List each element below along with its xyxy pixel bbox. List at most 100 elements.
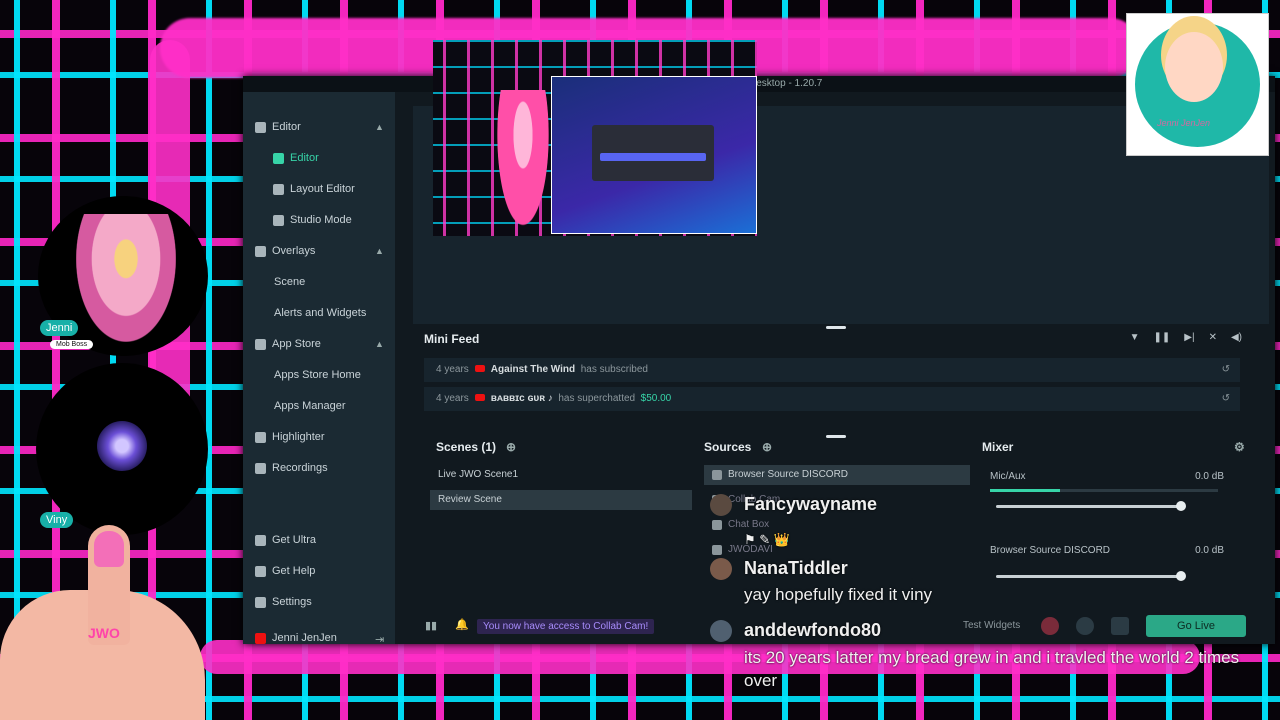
sources-title: Sources [704,440,752,454]
add-scene-icon[interactable]: ⊕ [506,440,516,454]
chat-icon [712,520,722,530]
mixer-title: Mixer [982,440,1014,454]
youtube-icon [255,632,266,644]
chat-username: Fancywayname [744,494,878,514]
scenes-panel: Scenes (1) ⊕ Live JWO Scene1 Review Scen… [426,440,692,598]
bell-icon[interactable]: 🔔 [455,618,469,631]
event-age: 4 years [436,364,469,375]
overlays-icon [255,245,266,257]
nav-label: Recordings [272,462,328,474]
source-item[interactable]: Browser Source DISCORD [704,465,970,485]
sidebar: Editor ▲ Editor Layout Editor Studio Mod… [243,92,395,647]
test-widgets-button[interactable]: Test Widgets [963,620,1020,631]
discord-browser-source[interactable] [551,76,757,234]
nav-layout-editor[interactable]: Layout Editor [273,180,355,198]
event-action: has subscribed [580,364,648,375]
discord-dialog [592,125,714,181]
mute-icon[interactable]: ✕ [1209,332,1217,343]
help-icon [255,565,266,577]
event-age: 4 years [436,393,469,404]
mixer-channel: Mic/Aux 0.0 dB [990,471,1230,511]
channel-level: 0.0 dB [1195,471,1224,482]
nav-apps-manager[interactable]: Apps Manager [274,397,346,415]
channel-name: Mic/Aux [990,471,1026,482]
event-user: ʙᴀʙʙɪᴄ ɢᴜʀ ♪ [490,393,553,404]
nav-scene[interactable]: Scene [274,273,305,291]
logo-signature: Jenni JenJen [1157,118,1211,128]
editor-icon [273,152,284,164]
nav-recordings[interactable]: Recordings [255,459,328,477]
nav-label: Layout Editor [290,183,355,195]
nav-editor[interactable]: Editor [273,149,319,167]
nav-studio-mode[interactable]: Studio Mode [273,211,352,229]
skip-icon[interactable]: ▶| [1184,332,1194,343]
image-icon [712,545,722,555]
nav-highlighter[interactable]: Highlighter [255,428,325,446]
chevron-up-icon[interactable]: ▲ [375,122,384,132]
preview-canvas[interactable] [433,40,757,236]
replay-buffer-button[interactable] [1076,617,1094,635]
nav-label: Highlighter [272,431,325,443]
nav-get-ultra[interactable]: Get Ultra [255,531,316,549]
youtube-icon [474,365,485,372]
nav-label: Get Ultra [272,534,317,546]
resize-handle[interactable] [826,326,846,329]
event-user: Against The Wind [490,364,576,375]
chat-text: its 20 years latter my bread grew in and… [744,648,1240,690]
record-button[interactable] [1041,617,1059,635]
chevron-up-icon[interactable]: ▲ [375,339,384,349]
stats-icon[interactable]: ▮▮ [425,619,437,632]
resize-handle[interactable] [826,435,846,438]
nav-label: Editor [290,152,319,164]
logout-icon[interactable]: ⇥ [375,633,384,646]
nav-label: Editor [272,121,301,133]
replay-icon[interactable]: ↺ [1222,358,1230,382]
feed-event: 4 years Against The Wind has subscribed ↺ [424,358,1240,382]
gear-icon[interactable]: ⚙ [1234,440,1245,454]
add-source-icon[interactable]: ⊕ [762,440,772,454]
schedule-button[interactable] [1111,617,1129,635]
avatar [710,558,732,580]
replay-icon[interactable]: ↺ [1222,387,1230,411]
avatar [710,494,732,516]
nav-label: Settings [272,596,312,608]
nav-editor-group[interactable]: Editor [255,118,301,136]
youtube-icon [474,394,485,401]
hand-nail [94,531,124,567]
window-title: Streamlabs Desktop - 1.20.7 [243,76,1275,92]
notification-text[interactable]: You now have access to Collab Cam! [477,619,655,634]
webcam-viny [36,363,208,535]
chat-username: anddewfondo80 [744,620,882,640]
nav-apps-store-home[interactable]: Apps Store Home [274,366,361,384]
chevron-up-icon[interactable]: ▲ [375,246,384,256]
gear-icon [255,596,266,608]
scene-item[interactable]: Review Scene [430,490,692,510]
nav-settings[interactable]: Settings [255,593,312,611]
mixer-panel: Mixer ⚙ Mic/Aux 0.0 dB Browser Source DI… [978,440,1248,598]
user-name: Jenni JenJen [272,632,337,644]
volume-slider[interactable] [996,501,1186,511]
volume-icon[interactable]: ◀) [1231,332,1242,343]
scene-item[interactable]: Live JWO Scene1 [430,465,692,485]
nav-alerts-widgets[interactable]: Alerts and Widgets [274,304,366,322]
nav-overlays-group[interactable]: Overlays [255,242,315,260]
event-action: has superchatted [558,393,636,404]
avatar [710,620,732,642]
chat-text: yay hopefully fixed it viny [744,585,933,604]
volume-slider[interactable] [996,571,1186,581]
filter-icon[interactable]: ▼ [1130,332,1140,343]
nav-app-store-group[interactable]: App Store [255,335,321,353]
nav-user[interactable]: Jenni JenJen [255,629,337,647]
nav-get-help[interactable]: Get Help [255,562,315,580]
logo-character [1165,32,1223,102]
studio-icon [273,214,284,226]
ring-logo: JWO [88,625,120,641]
feed-event: 4 years ʙᴀʙʙɪᴄ ɢᴜʀ ♪ has superchatted $50… [424,387,1240,411]
hand-graphic: JWO [0,525,215,720]
mini-feed-title: Mini Feed [424,332,480,346]
go-live-button[interactable]: Go Live [1146,615,1246,637]
cam-role-tag: Mob Boss [50,340,94,349]
nav-label: Studio Mode [290,214,352,226]
editor-icon [255,121,266,133]
pause-icon[interactable]: ❚❚ [1154,332,1171,343]
